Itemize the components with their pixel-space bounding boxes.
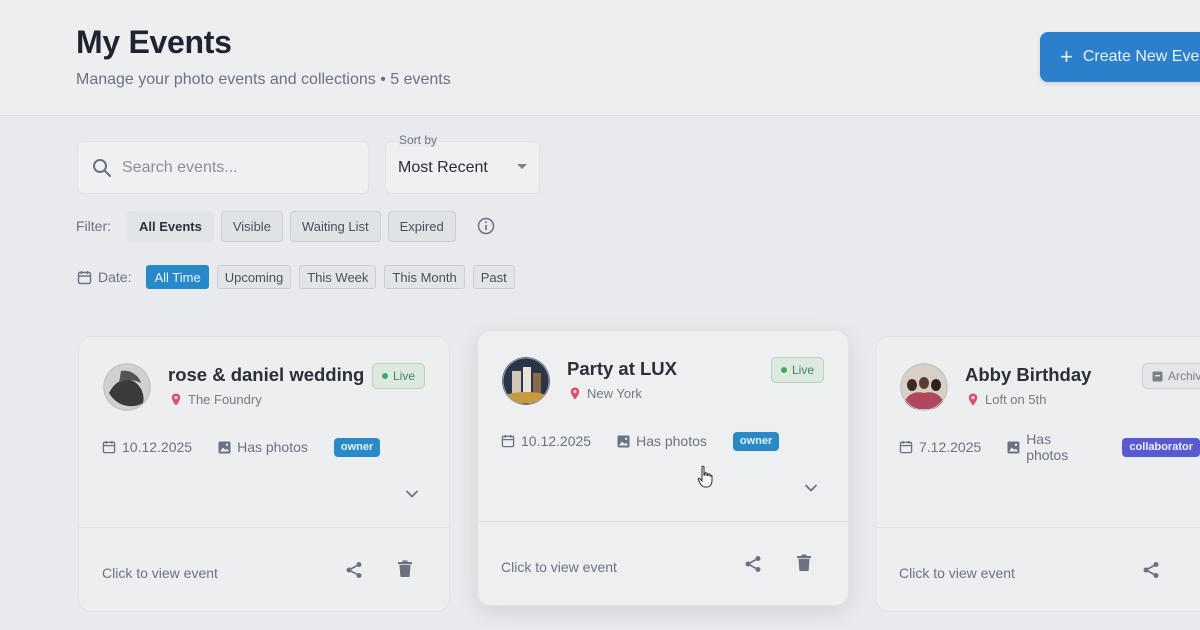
sort-value: Most Recent [398,159,488,176]
card-footer-text: Click to view event [102,565,218,581]
event-avatar [502,357,550,405]
filter-label: Filter: [76,218,111,234]
trash-icon[interactable] [397,560,413,578]
share-icon[interactable] [744,555,762,573]
event-title: Abby Birthday [965,364,1092,385]
card-divider [876,527,1200,528]
info-icon[interactable] [477,217,495,235]
event-card[interactable]: Party at LUX New York Live 10.12.2025 Ha… [477,330,849,606]
event-photos-text: Has photos [636,433,707,449]
event-date: 10.12.2025 [501,433,591,449]
status-badge: Archived [1142,363,1200,389]
status-badge: Live [771,357,825,383]
event-date: 7.12.2025 [899,439,981,455]
event-title: rose & daniel wedding [168,364,365,385]
event-date-text: 7.12.2025 [919,439,982,455]
event-date-text: 10.12.2025 [122,439,193,455]
event-photos: Has photos [1007,431,1096,463]
create-new-event-button[interactable]: + Create New Event [1040,32,1200,82]
search-icon [93,158,111,177]
image-icon [218,441,231,453]
filter-chip-expired[interactable]: Expired [387,210,456,242]
event-avatar [103,363,151,411]
search-box[interactable] [77,141,369,194]
role-badge: owner [333,437,381,457]
location-pin-icon [171,393,181,406]
create-new-event-label: Create New Event [1082,48,1200,65]
status-badge-text: Archived [1168,369,1200,383]
filter-chip-all-events[interactable]: All Events [127,210,214,242]
event-photos-text: Has photos [1026,431,1069,463]
date-chip-all-time[interactable]: All Time [146,265,209,289]
event-location: Loft on 5th [968,392,1046,407]
filter-chip-waiting-list[interactable]: Waiting List [289,210,381,242]
event-photos: Has photos [218,439,308,455]
image-icon [617,435,630,447]
card-divider [478,521,848,522]
calendar-icon [899,440,913,454]
hand-cursor-icon [697,465,713,488]
plus-icon: + [1060,44,1073,69]
calendar-icon [102,440,116,454]
event-date-text: 10.12.2025 [521,433,592,449]
calendar-icon [77,270,92,284]
page-subtitle: Manage your photo events and collections… [76,71,451,88]
event-location-text: Loft on 5th [985,392,1047,407]
search-input[interactable] [122,158,352,177]
card-footer-text: Click to view event [501,559,617,575]
event-location: New York [570,386,642,401]
event-photos-text: Has photos [237,439,308,455]
chevron-down-icon [517,164,527,169]
page-title: My Events [76,24,232,60]
filter-chip-visible[interactable]: Visible [220,210,283,242]
event-meta: 10.12.2025 Has photos owner [501,429,780,453]
event-location-text: New York [587,386,642,401]
role-badge: owner [732,431,780,451]
date-chip-this-week[interactable]: This Week [299,265,377,289]
chevron-down-icon[interactable] [804,483,818,493]
event-meta: 7.12.2025 Has photos collaborator [899,431,1200,463]
share-icon[interactable] [345,561,363,579]
chevron-down-icon[interactable] [405,489,419,499]
date-filter-row: Date: All Time Upcoming This Week This M… [77,265,523,289]
live-dot-icon [382,373,388,379]
share-icon[interactable] [1142,561,1160,579]
sort-label: Sort by [398,133,439,147]
archive-icon [1152,371,1163,381]
role-badge: collaborator [1122,437,1200,457]
trash-icon[interactable] [796,554,812,572]
sort-select[interactable]: Most Recent [385,141,540,194]
page-header: My Events Manage your photo events and c… [0,0,1200,116]
event-photos: Has photos [617,433,707,449]
event-card[interactable]: Abby Birthday Loft on 5th Archived 7.12.… [875,336,1200,612]
status-filter-row: Filter: All Events Visible Waiting List … [76,210,495,242]
event-location: The Foundry [171,392,262,407]
location-pin-icon [570,387,580,400]
status-badge: Live [372,363,426,389]
image-icon [1007,441,1020,453]
live-dot-icon [781,367,787,373]
date-chip-past[interactable]: Past [472,265,515,289]
date-filter-label: Date: [98,269,132,285]
status-badge-text: Live [792,363,815,377]
card-footer-text: Click to view event [899,565,1015,581]
event-location-text: The Foundry [188,392,262,407]
location-pin-icon [968,393,978,406]
calendar-icon [501,434,515,448]
date-chip-upcoming[interactable]: Upcoming [216,265,292,289]
event-date: 10.12.2025 [102,439,192,455]
event-avatar [900,363,948,411]
card-divider [79,527,449,528]
event-title: Party at LUX [567,358,678,379]
event-card[interactable]: rose & daniel wedding The Foundry Live 1… [78,336,450,612]
date-chip-this-month[interactable]: This Month [384,265,465,289]
event-meta: 10.12.2025 Has photos owner [102,435,381,459]
status-badge-text: Live [393,369,416,383]
